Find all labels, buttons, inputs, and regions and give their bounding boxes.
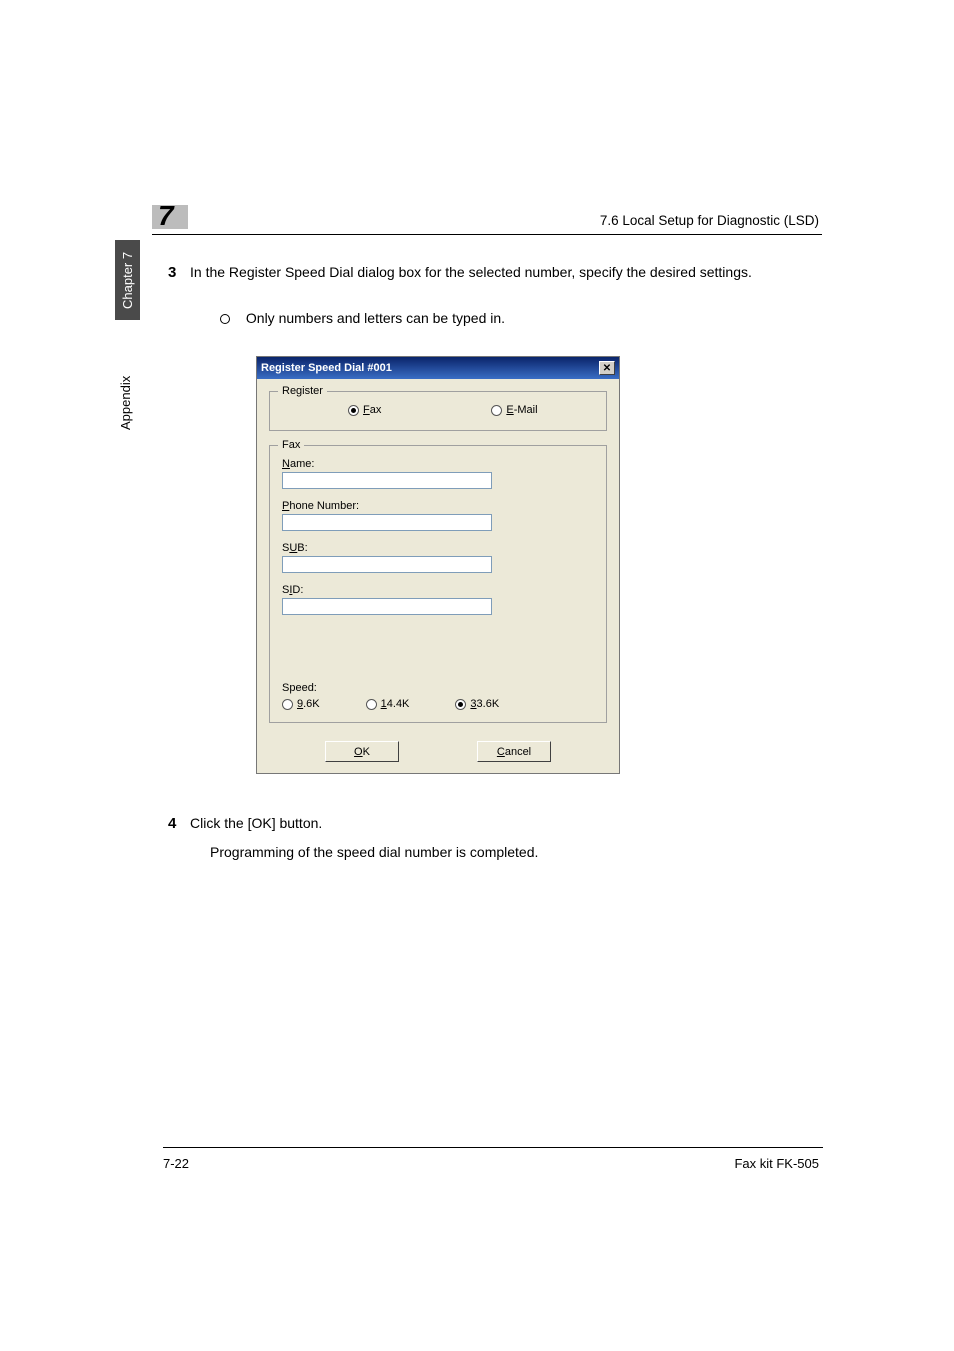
register-speed-dial-dialog: Register Speed Dial #001 ✕ Register Fax … xyxy=(256,356,620,774)
dialog-button-row: OK Cancel xyxy=(257,741,619,762)
fax-group: Fax Name: Phone Number: SUB: SID: Speed:… xyxy=(269,445,607,723)
step-3-bullet: Only numbers and letters can be typed in… xyxy=(220,310,505,326)
step-3-bullet-text: Only numbers and letters can be typed in… xyxy=(246,310,505,326)
radio-speed-144k[interactable]: 14.4K xyxy=(366,698,410,710)
radio-336k-label: 33.6K xyxy=(470,698,499,710)
radio-dot-icon xyxy=(366,699,377,710)
dialog-titlebar: Register Speed Dial #001 ✕ xyxy=(257,357,619,379)
chapter-number: 7 xyxy=(158,200,174,232)
step-4: 4 Click the [OK] button. xyxy=(190,813,820,833)
radio-fax-label: Fax xyxy=(363,404,381,416)
radio-144k-label: 14.4K xyxy=(381,698,410,710)
footer-product: Fax kit FK-505 xyxy=(734,1156,819,1171)
radio-speed-96k[interactable]: 9.6K xyxy=(282,698,320,710)
register-group-label: Register xyxy=(278,385,327,397)
step-3-text: In the Register Speed Dial dialog box fo… xyxy=(190,264,752,280)
radio-email[interactable]: E-Mail xyxy=(491,404,537,416)
sub-label: SUB: xyxy=(282,542,308,554)
step-4-text2: Programming of the speed dial number is … xyxy=(210,844,538,860)
speed-label: Speed: xyxy=(282,682,317,694)
radio-dot-icon xyxy=(348,405,359,416)
phone-field[interactable] xyxy=(282,514,492,531)
radio-dot-icon xyxy=(282,699,293,710)
header-rule xyxy=(152,234,822,235)
sid-field[interactable] xyxy=(282,598,492,615)
side-label-appendix: Appendix xyxy=(118,350,133,430)
cancel-button[interactable]: Cancel xyxy=(477,741,551,762)
section-title: 7.6 Local Setup for Diagnostic (LSD) xyxy=(600,213,819,228)
speed-radio-row: 9.6K 14.4K 33.6K xyxy=(282,698,499,710)
ok-button[interactable]: OK xyxy=(325,741,399,762)
fax-group-label: Fax xyxy=(278,439,304,451)
radio-96k-label: 9.6K xyxy=(297,698,320,710)
bullet-icon xyxy=(220,314,230,324)
sid-label: SID: xyxy=(282,584,303,596)
sub-field[interactable] xyxy=(282,556,492,573)
register-group: Register Fax E-Mail xyxy=(269,391,607,431)
step-4-text: Click the [OK] button. xyxy=(190,815,322,831)
radio-email-label: E-Mail xyxy=(506,404,537,416)
footer-rule xyxy=(163,1147,823,1148)
step-3-number: 3 xyxy=(168,262,176,284)
phone-label: Phone Number: xyxy=(282,500,359,512)
step-3: 3 In the Register Speed Dial dialog box … xyxy=(190,262,820,282)
radio-dot-icon xyxy=(491,405,502,416)
side-tab-chapter: Chapter 7 xyxy=(115,240,140,320)
close-icon[interactable]: ✕ xyxy=(599,361,615,375)
radio-fax[interactable]: Fax xyxy=(348,404,381,416)
radio-dot-icon xyxy=(455,699,466,710)
footer-page-number: 7-22 xyxy=(163,1156,189,1171)
page: Chapter 7 Appendix 7 7.6 Local Setup for… xyxy=(0,0,954,1351)
name-field[interactable] xyxy=(282,472,492,489)
dialog-title-text: Register Speed Dial #001 xyxy=(261,362,599,374)
name-label: Name: xyxy=(282,458,314,470)
step-4-number: 4 xyxy=(168,813,176,835)
radio-speed-336k[interactable]: 33.6K xyxy=(455,698,499,710)
register-radio-row: Fax E-Mail xyxy=(270,404,606,416)
